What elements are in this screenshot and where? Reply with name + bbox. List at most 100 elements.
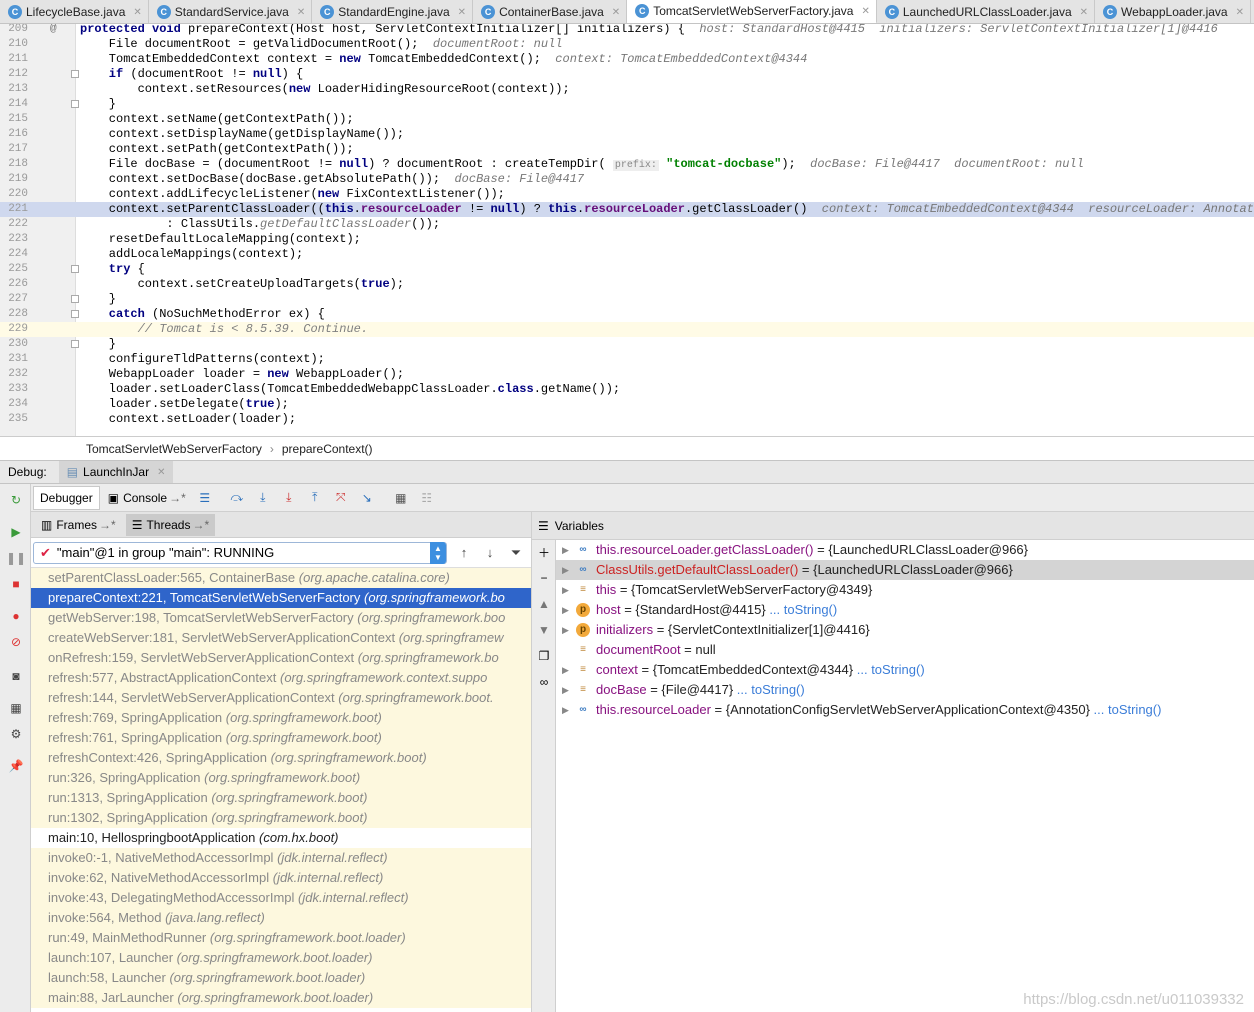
move-down-icon[interactable]: ▼ (536, 622, 552, 638)
breadcrumb-method[interactable]: prepareContext() (282, 442, 373, 456)
line-number[interactable]: 210 (0, 37, 28, 52)
fold-icon[interactable] (71, 265, 79, 273)
editor-tab[interactable]: C ContainerBase.java ✕ (473, 0, 628, 23)
line-number[interactable]: 233 (0, 382, 28, 397)
tab-threads[interactable]: ☰ Threads →* (125, 513, 216, 536)
rerun-icon[interactable]: ↻ (8, 492, 24, 508)
close-icon[interactable]: ✕ (612, 7, 620, 18)
fold-icon[interactable] (71, 100, 79, 108)
expand-arrow-icon[interactable]: ▶ (562, 680, 569, 700)
line-number[interactable]: 235 (0, 412, 28, 427)
stack-frame[interactable]: prepareContext:221, TomcatServletWebServ… (31, 588, 531, 608)
stack-frame[interactable]: refresh:577, AbstractApplicationContext … (31, 668, 531, 688)
code-line[interactable]: 226 context.setCreateUploadTargets(true)… (0, 277, 1254, 292)
code-line[interactable]: 215 context.setName(getContextPath()); (0, 112, 1254, 127)
stack-frame[interactable]: invoke:564, Method (java.lang.reflect) (31, 908, 531, 928)
code-line[interactable]: 231 configureTldPatterns(context); (0, 352, 1254, 367)
variable-row[interactable]: ▶ p host = {StandardHost@4415} ... toStrin… (556, 600, 1254, 620)
close-icon[interactable]: ✕ (861, 6, 869, 17)
move-up-icon[interactable]: ▲ (536, 596, 552, 612)
code-line[interactable]: 224 addLocaleMappings(context); (0, 247, 1254, 262)
code-line[interactable]: 232 WebappLoader loader = new WebappLoad… (0, 367, 1254, 382)
editor-tab[interactable]: C WebappLoader.java ✕ (1095, 0, 1251, 23)
code-line[interactable]: 234 loader.setDelegate(true); (0, 397, 1254, 412)
line-number[interactable]: 220 (0, 187, 28, 202)
stack-frame[interactable]: refresh:144, ServletWebServerApplication… (31, 688, 531, 708)
expand-arrow-icon[interactable]: ▶ (562, 700, 569, 720)
line-number[interactable]: 234 (0, 397, 28, 412)
editor-tab[interactable]: C LifecycleBase.java ✕ (0, 0, 149, 23)
line-number[interactable]: 216 (0, 127, 28, 142)
stack-frame[interactable]: refresh:761, SpringApplication (org.spri… (31, 728, 531, 748)
close-icon[interactable]: ✕ (133, 7, 141, 18)
pin-icon[interactable]: 📌 (8, 758, 24, 774)
variable-row[interactable]: ≡ documentRoot = null (556, 640, 1254, 660)
to-string-link[interactable]: ... toString() (1094, 702, 1162, 717)
tab-console[interactable]: ▣ Console →* (102, 486, 192, 510)
variable-row[interactable]: ▶ ∞ ClassUtils.getDefaultClassLoader() = {… (556, 560, 1254, 580)
close-icon[interactable]: ✕ (157, 467, 165, 478)
stack-frame[interactable]: invoke0:-1, NativeMethodAccessorImpl (jd… (31, 848, 531, 868)
watches-icon[interactable]: ∞ (536, 674, 552, 690)
code-line[interactable]: 223 resetDefaultLocaleMapping(context); (0, 232, 1254, 247)
run-config-tab[interactable]: ▤ LaunchInJar ✕ (58, 461, 174, 483)
line-number[interactable]: 226 (0, 277, 28, 292)
expand-arrow-icon[interactable]: ▶ (562, 620, 569, 640)
variable-row[interactable]: ▶ ∞ this.resourceLoader = {AnnotationConfi… (556, 700, 1254, 720)
stack-frame[interactable]: run:49, MainMethodRunner (org.springfram… (31, 928, 531, 948)
step-into-icon[interactable]: ⤓ (254, 489, 272, 507)
run-to-cursor-icon[interactable]: ↘ (358, 489, 376, 507)
code-editor[interactable]: 209 @ protected void prepareContext(Host h… (0, 24, 1254, 436)
line-number[interactable]: 219 (0, 172, 28, 187)
code-line[interactable]: 213 context.setResources(new LoaderHidin… (0, 82, 1254, 97)
code-line[interactable]: 233 loader.setLoaderClass(TomcatEmbedded… (0, 382, 1254, 397)
line-number[interactable]: 221 (0, 202, 28, 217)
line-number[interactable]: 209 (0, 24, 28, 37)
code-line[interactable]: 210 File documentRoot = getValidDocument… (0, 37, 1254, 52)
camera-icon[interactable]: ◙ (8, 668, 24, 684)
fold-icon[interactable] (71, 295, 79, 303)
code-line[interactable]: 221 context.setParentClassLoader((this.r… (0, 202, 1254, 217)
fold-icon[interactable] (71, 70, 79, 78)
code-line[interactable]: 209 @ protected void prepareContext(Host h… (0, 24, 1254, 37)
fold-icon[interactable] (71, 310, 79, 318)
stack-frame[interactable]: onRefresh:159, ServletWebServerApplicati… (31, 648, 531, 668)
stack-frame[interactable]: launch:58, Launcher (org.springframework… (31, 968, 531, 988)
stack-frame[interactable]: main:10, HellospringbootApplication (com… (31, 828, 531, 848)
stack-frame[interactable]: getWebServer:198, TomcatServletWebServer… (31, 608, 531, 628)
variable-row[interactable]: ▶ p initializers = {ServletContextInitiali… (556, 620, 1254, 640)
variable-row[interactable]: ▶ ≡ this = {TomcatServletWebServerFactory@… (556, 580, 1254, 600)
tab-frames[interactable]: ▥ Frames →* (35, 514, 122, 536)
evaluate-expression-icon[interactable]: ▦ (392, 489, 410, 507)
minus-icon[interactable]: − (536, 570, 552, 586)
arrow-up-icon[interactable]: ↑ (455, 544, 473, 562)
code-line[interactable]: 219 context.setDocBase(docBase.getAbsolu… (0, 172, 1254, 187)
override-icon[interactable]: @ (50, 24, 57, 37)
expand-arrow-icon[interactable]: ▶ (562, 540, 569, 560)
line-number[interactable]: 225 (0, 262, 28, 277)
line-number[interactable]: 213 (0, 82, 28, 97)
stack-frame[interactable]: setParentClassLoader:565, ContainerBase … (31, 568, 531, 588)
line-number[interactable]: 215 (0, 112, 28, 127)
close-icon[interactable]: ✕ (1236, 7, 1244, 18)
stack-frame[interactable]: main:88, JarLauncher (org.springframewor… (31, 988, 531, 1008)
chevron-updown-icon[interactable]: ▲ ▼ (430, 541, 446, 564)
show-execution-point-icon[interactable]: ☰ (196, 489, 214, 507)
to-string-link[interactable]: ... toString() (737, 682, 805, 697)
code-line[interactable]: 229 // Tomcat is < 8.5.39. Continue. (0, 322, 1254, 337)
editor-tab[interactable]: C LaunchedURLClassLoader.java ✕ (877, 0, 1096, 23)
trace-icon[interactable]: ☷ (418, 489, 436, 507)
stack-frame[interactable]: run:1302, SpringApplication (org.springf… (31, 808, 531, 828)
drop-frame-icon[interactable]: ⤧ (332, 489, 350, 507)
resume-icon[interactable]: ▶ (8, 524, 24, 540)
to-string-link[interactable]: ... toString() (857, 662, 925, 677)
stack-frame[interactable]: createWebServer:181, ServletWebServerApp… (31, 628, 531, 648)
line-number[interactable]: 224 (0, 247, 28, 262)
code-line[interactable]: 227 } (0, 292, 1254, 307)
to-string-link[interactable]: ... toString() (769, 602, 837, 617)
code-line[interactable]: 230 } (0, 337, 1254, 352)
arrow-down-icon[interactable]: ↓ (481, 544, 499, 562)
code-line[interactable]: 228 catch (NoSuchMethodError ex) { (0, 307, 1254, 322)
line-number[interactable]: 217 (0, 142, 28, 157)
stack-frame[interactable]: invoke:43, DelegatingMethodAccessorImpl … (31, 888, 531, 908)
